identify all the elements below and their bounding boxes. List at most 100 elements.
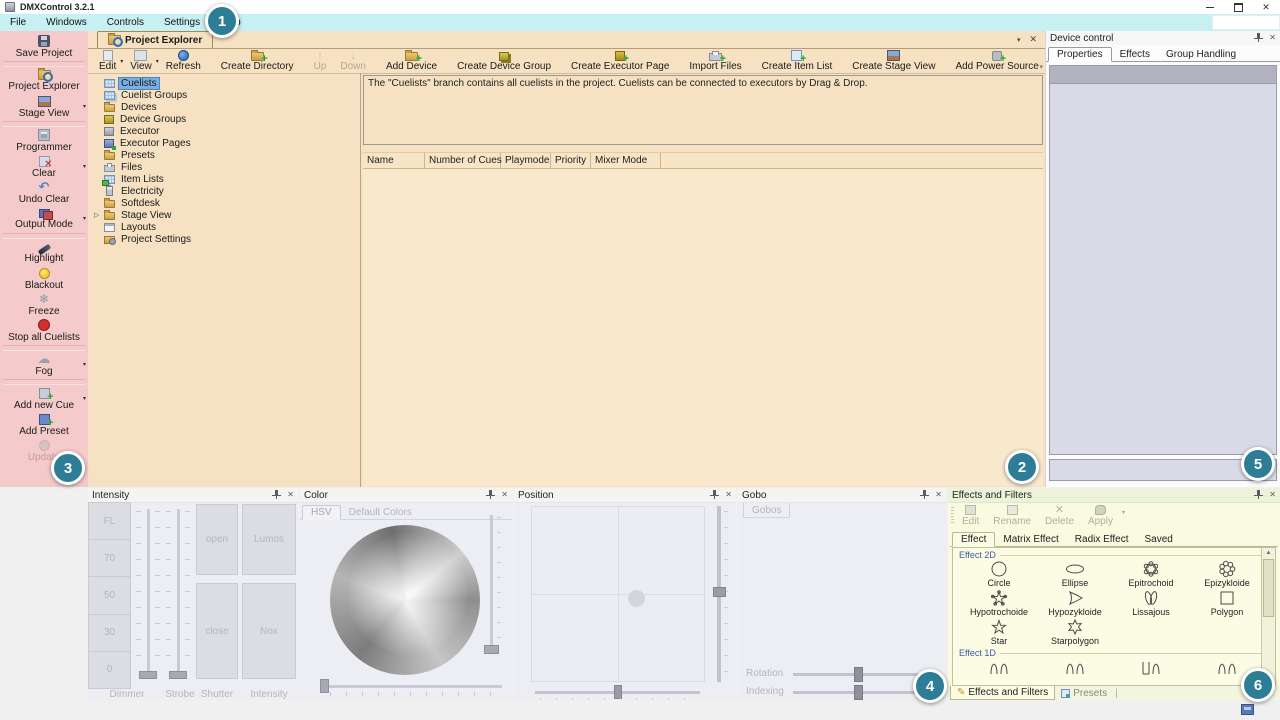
strobe-slider[interactable] <box>166 509 190 681</box>
sidebar-item-project-explorer[interactable]: Project Explorer <box>0 68 88 94</box>
close-icon[interactable]: ✕ <box>1269 491 1276 499</box>
sidebar-item-blackout[interactable]: Blackout <box>0 266 88 292</box>
sidebar-item-stage-view[interactable]: Stage View ▾ <box>0 94 88 120</box>
toolbar-overflow-icon[interactable]: ▾ <box>1039 63 1043 71</box>
tab-effect[interactable]: Effect <box>952 532 995 547</box>
scroll-up-icon[interactable]: ▲ <box>1262 548 1275 559</box>
add-device-button[interactable]: Add Device <box>379 49 444 73</box>
effect-starpolygon[interactable]: Starpolygon <box>1037 618 1113 646</box>
preset-30-button[interactable]: 30 <box>88 614 131 652</box>
tray-monitor-icon[interactable] <box>1241 704 1254 715</box>
menu-controls[interactable]: Controls <box>97 14 154 31</box>
shutter-open-button[interactable]: open <box>196 504 238 575</box>
effect-polygon[interactable]: Polygon <box>1189 589 1265 617</box>
tree-item-devices[interactable]: Devices <box>94 101 360 113</box>
panel-dropdown-icon[interactable]: ▾ <box>1017 36 1021 44</box>
effect-star[interactable]: Star <box>961 618 1037 646</box>
close-icon[interactable]: ✕ <box>501 491 508 499</box>
effect-hypotrochoide[interactable]: Hypotrochoide <box>961 589 1037 617</box>
pin-icon[interactable] <box>1254 490 1263 500</box>
sidebar-item-clear[interactable]: Clear ▾ <box>0 154 88 180</box>
column-header-mixer-mode[interactable]: Mixer Mode <box>591 153 661 168</box>
color-wheel[interactable] <box>330 525 480 675</box>
sidebar-item-programmer[interactable]: Programmer <box>0 128 88 154</box>
pin-icon[interactable] <box>710 490 719 500</box>
tree-item-layouts[interactable]: Layouts <box>94 221 360 233</box>
menu-file[interactable]: File <box>0 14 36 31</box>
position-handle[interactable] <box>628 590 645 607</box>
tab-matrix-effect[interactable]: Matrix Effect <box>995 533 1066 546</box>
strobe-slider-thumb[interactable] <box>169 671 187 679</box>
close-icon[interactable]: ✕ <box>935 491 942 499</box>
column-header-priority[interactable]: Priority <box>551 153 591 168</box>
preset-0-button[interactable]: 0 <box>88 651 131 689</box>
bottom-tab-effects-and-filters[interactable]: ✎ Effects and Filters <box>950 686 1055 700</box>
value-slider-thumb[interactable] <box>484 645 499 654</box>
pin-icon[interactable] <box>920 490 929 500</box>
tree-item-executor-pages[interactable]: Executor Pages <box>94 137 360 149</box>
maximize-button[interactable] <box>1224 0 1252 14</box>
rotation-slider-thumb[interactable] <box>854 667 863 682</box>
value-slider-track[interactable] <box>490 515 493 651</box>
tab-saved[interactable]: Saved <box>1137 533 1181 546</box>
preset-70-button[interactable]: 70 <box>88 539 131 577</box>
tree-item-presets[interactable]: Presets <box>94 149 360 161</box>
create-device-group-button[interactable]: Create Device Group <box>450 49 558 73</box>
effect-hypozykloide[interactable]: Hypozykloide <box>1037 589 1113 617</box>
import-files-button[interactable]: Import Files <box>682 49 748 73</box>
create-executor-page-button[interactable]: Create Executor Page <box>564 49 676 73</box>
chevron-down-icon[interactable]: ▾ <box>83 215 86 222</box>
hue-slider-thumb[interactable] <box>320 679 329 693</box>
effect-epizykloide[interactable]: Epizykloide <box>1189 560 1265 588</box>
tree-item-files[interactable]: Files <box>94 161 360 173</box>
sidebar-item-freeze[interactable]: ❄ Freeze <box>0 292 88 318</box>
create-item-list-button[interactable]: Create Item List <box>755 49 840 73</box>
tilt-slider-thumb[interactable] <box>713 587 726 597</box>
chevron-down-icon[interactable]: ▾ <box>83 103 86 110</box>
sidebar-item-stop-all-cuelists[interactable]: Stop all Cuelists <box>0 318 88 344</box>
indexing-slider-thumb[interactable] <box>854 685 863 700</box>
toolbar-grip[interactable] <box>951 507 954 525</box>
chevron-down-icon[interactable]: ▾ <box>1122 509 1125 516</box>
expander-icon[interactable]: ▷ <box>94 211 99 219</box>
tree-item-softdesk[interactable]: Softdesk <box>94 197 360 209</box>
column-header-playmode[interactable]: Playmode <box>501 153 551 168</box>
minimize-button[interactable] <box>1196 0 1224 14</box>
effect-1d-waveform[interactable] <box>961 658 1037 676</box>
tab-group-handling[interactable]: Group Handling <box>1158 48 1244 61</box>
chevron-down-icon[interactable]: ▾ <box>83 395 86 402</box>
menu-windows[interactable]: Windows <box>36 14 97 31</box>
create-directory-button[interactable]: Create Directory <box>214 49 301 73</box>
effect-1d-waveform[interactable] <box>1113 658 1189 676</box>
effect-ellipse[interactable]: Ellipse <box>1037 560 1113 588</box>
column-header-name[interactable]: Name <box>363 153 425 168</box>
create-stage-view-button[interactable]: Create Stage View <box>845 49 942 73</box>
add-power-source-button[interactable]: Add Power Source <box>948 49 1045 73</box>
dimmer-slider-thumb[interactable] <box>139 671 157 679</box>
menu-settings[interactable]: Settings <box>154 14 210 31</box>
column-header-number-of-cues[interactable]: Number of Cues <box>425 153 501 168</box>
tree-item-project-settings[interactable]: Project Settings <box>94 233 360 245</box>
tree-item-electricity[interactable]: Electricity <box>94 185 360 197</box>
panel-close-icon[interactable]: ✕ <box>1029 34 1037 45</box>
tree-item-executor[interactable]: Executor <box>94 125 360 137</box>
tab-default-colors[interactable]: Default Colors <box>341 506 420 519</box>
tree-item-stage-view[interactable]: ▷ Stage View <box>94 209 360 221</box>
tab-effects[interactable]: Effects <box>1112 48 1158 61</box>
preset-fl-button[interactable]: FL <box>88 502 131 540</box>
sidebar-item-add-new-cue[interactable]: Add new Cue ▾ <box>0 386 88 412</box>
effect-1d-waveform[interactable] <box>1037 658 1113 676</box>
tab-radix-effect[interactable]: Radix Effect <box>1067 533 1137 546</box>
preset-50-button[interactable]: 50 <box>88 576 131 614</box>
pin-icon[interactable] <box>486 490 495 500</box>
bottom-tab-presets[interactable]: Presets <box>1055 687 1113 700</box>
effect-lissajous[interactable]: Lissajous <box>1113 589 1189 617</box>
sidebar-item-save-project[interactable]: Save Project <box>0 34 88 60</box>
close-icon[interactable]: ✕ <box>1269 34 1276 42</box>
sidebar-item-fog[interactable]: ☁ Fog ▾ <box>0 352 88 378</box>
tab-project-explorer[interactable]: Project Explorer <box>97 31 213 48</box>
pan-slider-thumb[interactable] <box>614 685 622 699</box>
tree-item-cuelists[interactable]: Cuelists <box>94 77 360 89</box>
tab-gobos[interactable]: Gobos <box>743 503 790 518</box>
sidebar-item-highlight[interactable]: Highlight <box>0 240 88 266</box>
